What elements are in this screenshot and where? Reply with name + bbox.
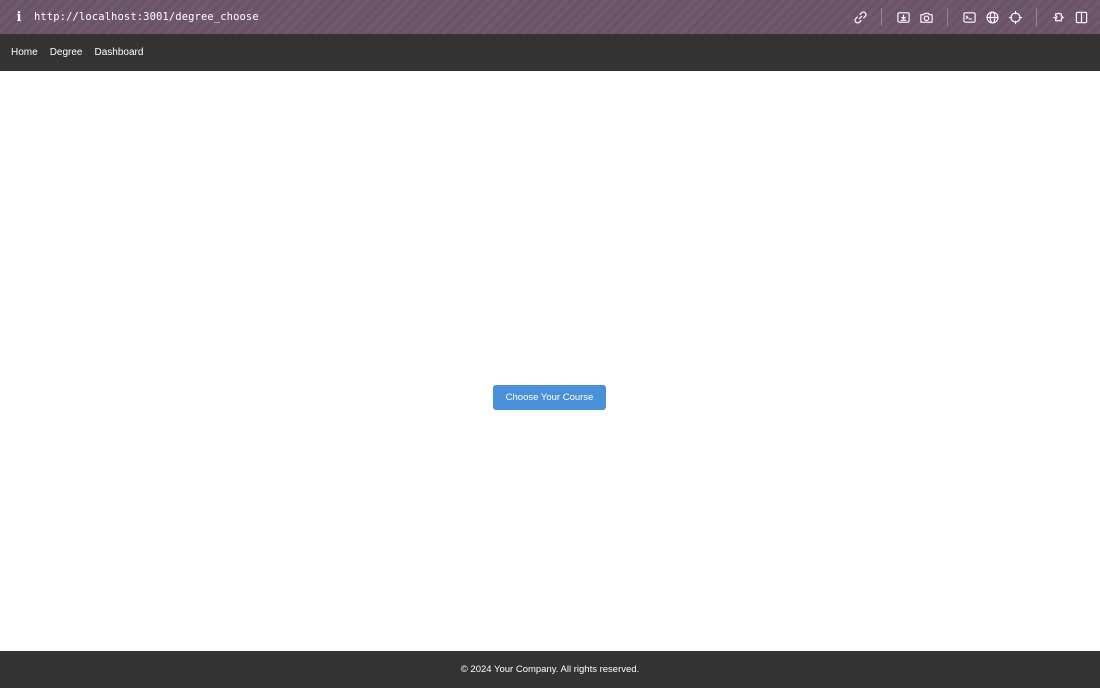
toolbar-separator bbox=[881, 8, 882, 26]
globe-icon[interactable] bbox=[983, 8, 1001, 26]
toolbar-icons bbox=[846, 8, 1090, 26]
split-view-icon[interactable] bbox=[1072, 8, 1090, 26]
link-icon[interactable] bbox=[851, 8, 869, 26]
toolbar-separator bbox=[947, 8, 948, 26]
footer-copyright: © 2024 Your Company. All rights reserved… bbox=[460, 664, 640, 675]
extensions-icon[interactable] bbox=[1049, 8, 1067, 26]
download-icon[interactable] bbox=[894, 8, 912, 26]
address-bar-url[interactable]: http://localhost:3001/degree_choose bbox=[34, 11, 259, 23]
page-footer: © 2024 Your Company. All rights reserved… bbox=[0, 651, 1100, 688]
browser-toolbar: i http://localhost:3001/degree_choose bbox=[0, 0, 1100, 34]
choose-course-button[interactable]: Choose Your Course bbox=[493, 385, 606, 410]
nav-link-dashboard[interactable]: Dashboard bbox=[95, 47, 144, 58]
camera-icon[interactable] bbox=[917, 8, 935, 26]
crosshair-icon[interactable] bbox=[1006, 8, 1024, 26]
nav-link-home[interactable]: Home bbox=[11, 47, 38, 58]
info-icon[interactable]: i bbox=[14, 10, 24, 25]
toolbar-separator bbox=[1036, 8, 1037, 26]
nav-link-degree[interactable]: Degree bbox=[50, 47, 83, 58]
top-navigation: Home Degree Dashboard bbox=[0, 34, 1100, 71]
terminal-icon[interactable] bbox=[960, 8, 978, 26]
main-content: Choose Your Course bbox=[0, 71, 1100, 651]
